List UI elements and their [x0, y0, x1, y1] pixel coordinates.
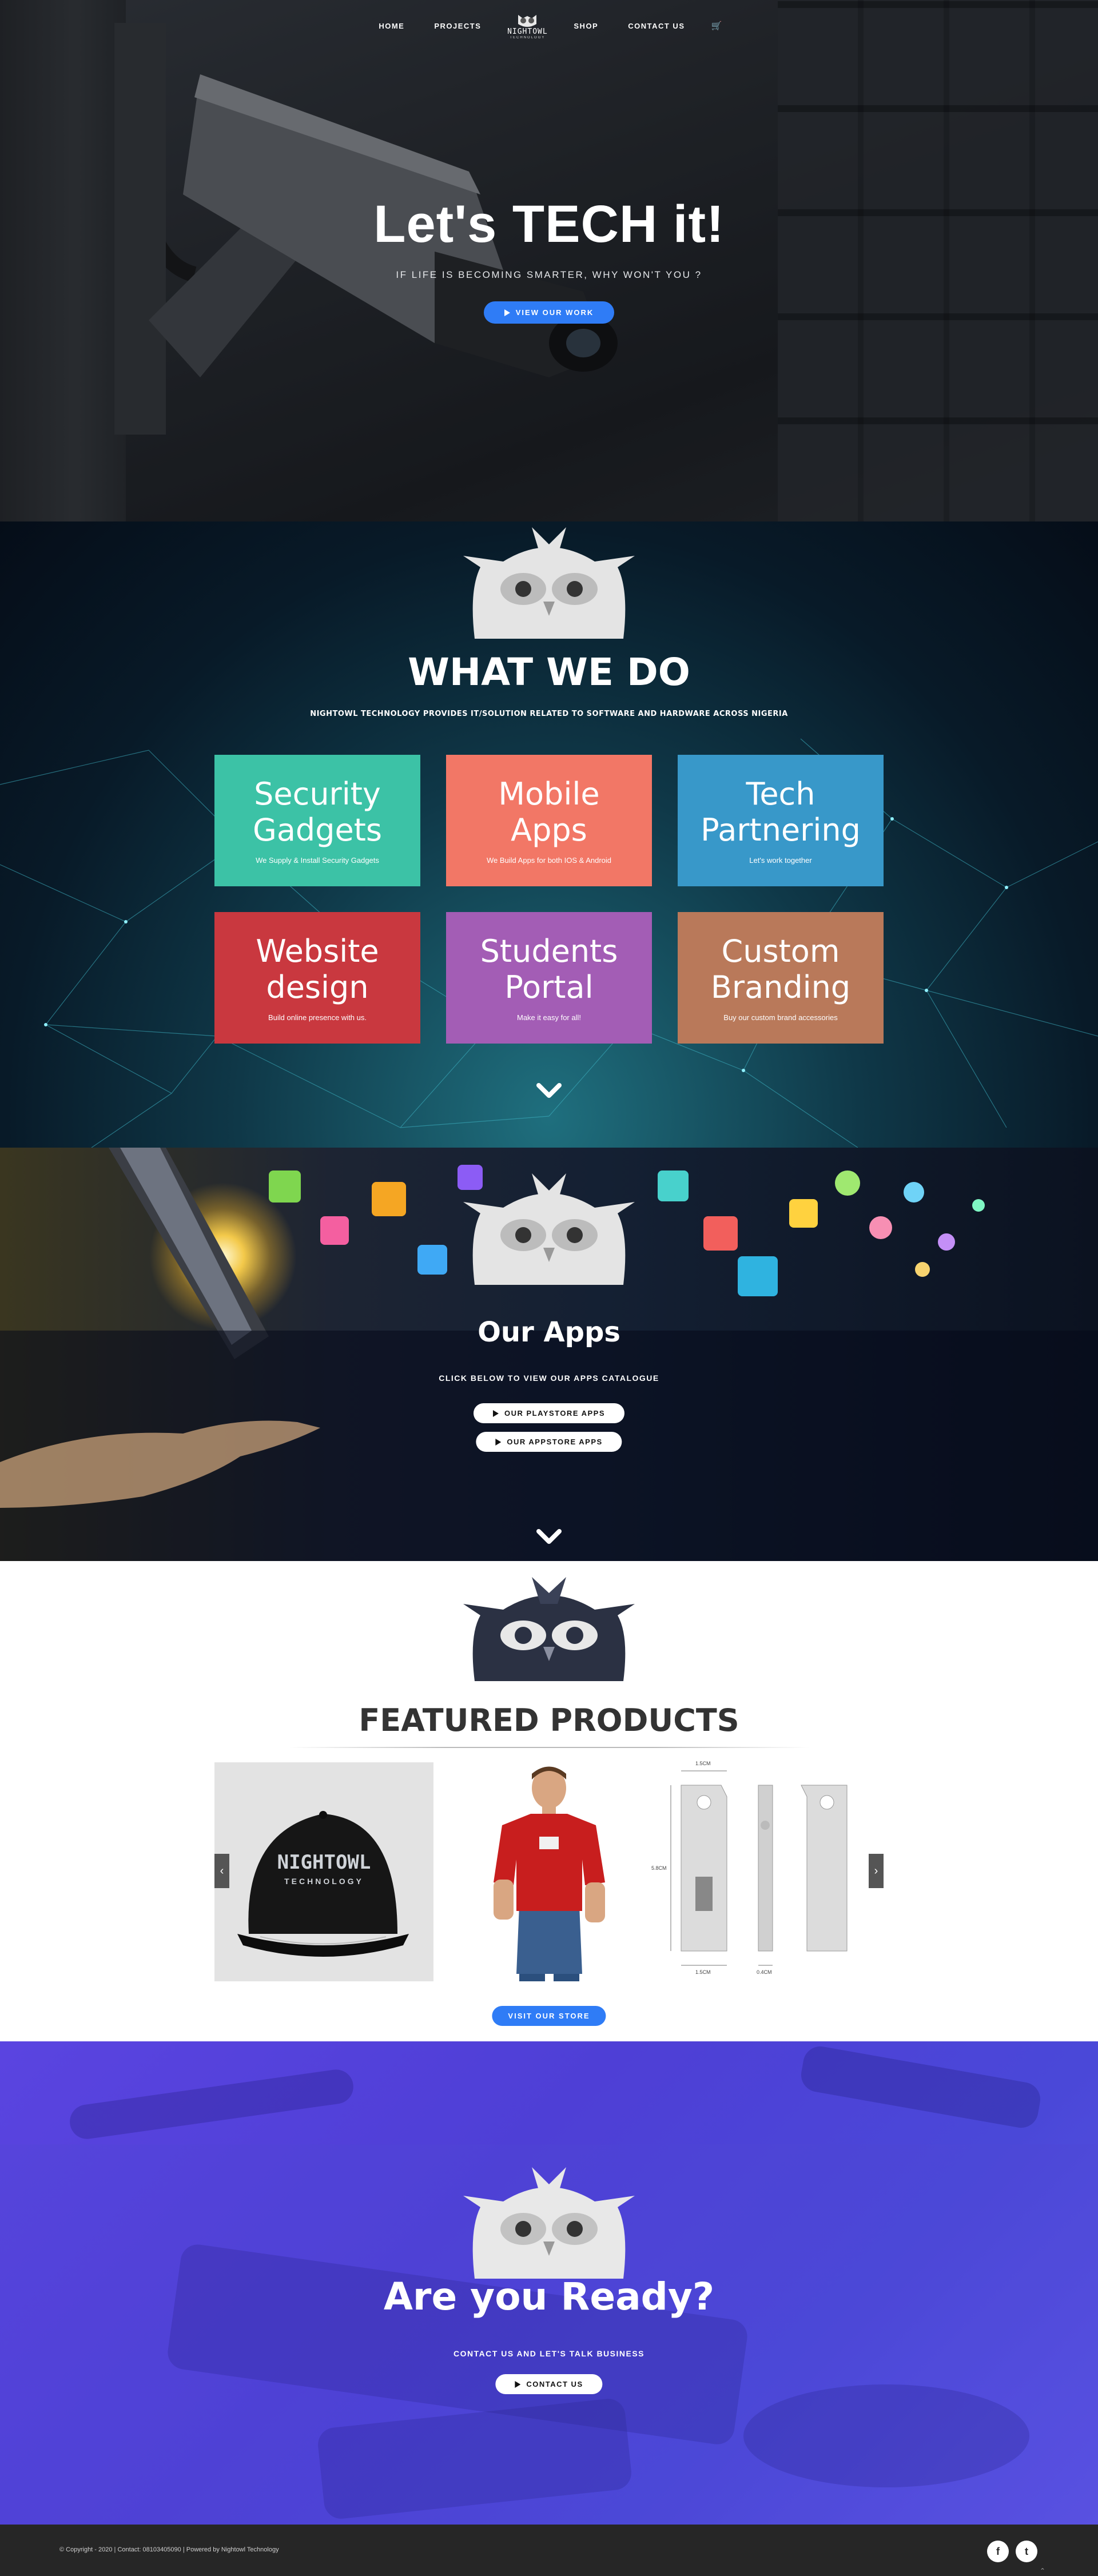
owl-mascot-icon: [463, 1173, 635, 1285]
our-apps-subtitle: CLICK BELOW TO VIEW OUR APPS CATALOGUE: [439, 1373, 659, 1383]
nav-projects[interactable]: PROJECTS: [419, 22, 496, 30]
appstore-apps-button[interactable]: OUR APPSTORE APPS: [476, 1432, 622, 1452]
twitter-icon[interactable]: t: [1016, 2541, 1037, 2562]
product-cap[interactable]: NIGHTOWL TECHNOLOGY: [214, 1762, 433, 1981]
copyright-text: © Copyright - 2020 | Contact: 0810340509…: [59, 2546, 279, 2553]
nav-shop[interactable]: SHOP: [559, 22, 613, 30]
view-our-work-button[interactable]: VIEW OUR WORK: [483, 301, 615, 324]
service-card-tech-partnering[interactable]: Tech Partnering Let's work together: [678, 755, 884, 886]
open-hand-image: [0, 1420, 320, 1508]
carousel-prev-button[interactable]: ‹: [214, 1854, 229, 1888]
service-card-website-design[interactable]: Website design Build online presence wit…: [214, 912, 420, 1044]
scroll-to-top-icon[interactable]: ⌃: [1040, 2567, 1045, 2575]
tshirt-image: [494, 1766, 605, 1981]
main-nav: HOME PROJECTS NIGHTOWL TECHNOLOGY SHOP C…: [0, 0, 1098, 51]
logo-sub: TECHNOLOGY: [510, 35, 546, 39]
playstore-apps-button[interactable]: OUR PLAYSTORE APPS: [473, 1403, 625, 1423]
service-card-custom-branding[interactable]: Custom Branding Buy our custom brand acc…: [678, 912, 884, 1044]
usb-drive-image: [670, 1770, 848, 1966]
nav-contact-us[interactable]: CONTACT US: [613, 22, 699, 30]
service-card-students-portal[interactable]: Students Portal Make it easy for all!: [446, 912, 652, 1044]
contact-us-button[interactable]: CONTACT US: [495, 2374, 603, 2394]
facebook-icon[interactable]: f: [987, 2541, 1009, 2562]
are-you-ready-section: Are you Ready? CONTACT US AND LET'S TALK…: [0, 2041, 1098, 2525]
dark-owl-mascot-icon: [463, 1577, 635, 1681]
product-usb-drive[interactable]: 1.5CM 5.8CM 1.5CM 0.4CM: [651, 1761, 883, 1981]
service-card-mobile-apps[interactable]: Mobile Apps We Build Apps for both IOS &…: [446, 755, 652, 886]
owl-mascot-icon: [463, 2167, 635, 2279]
are-you-ready-subtitle: CONTACT US AND LET'S TALK BUSINESS: [453, 2349, 645, 2358]
cap-text: NIGHTOWL: [277, 1851, 371, 1874]
play-icon: [504, 309, 510, 316]
our-apps-section: Our Apps CLICK BELOW TO VIEW OUR APPS CA…: [0, 1148, 1098, 1561]
footer: © Copyright - 2020 | Contact: 0810340509…: [0, 2525, 1098, 2576]
carousel-next-button[interactable]: ›: [869, 1854, 884, 1888]
featured-products-title: FEATURED PRODUCTS: [359, 1702, 739, 1738]
what-we-do-section: WHAT WE DO NIGHTOWL TECHNOLOGY PROVIDES …: [0, 521, 1098, 1148]
site-logo[interactable]: NIGHTOWL TECHNOLOGY: [502, 0, 553, 51]
hero-title: Let's TECH it!: [373, 195, 725, 253]
owl-logo-icon: [518, 14, 537, 27]
play-icon: [515, 2380, 521, 2388]
hero-section: HOME PROJECTS NIGHTOWL TECHNOLOGY SHOP C…: [0, 0, 1098, 521]
play-icon: [492, 1410, 499, 1417]
what-we-do-subtitle: NIGHTOWL TECHNOLOGY PROVIDES IT/SOLUTION…: [310, 710, 788, 718]
divider: [289, 1747, 809, 1748]
cart-icon[interactable]: 🛒: [700, 21, 734, 31]
hero-subtitle: IF LIFE IS BECOMING SMARTER, WHY WON'T Y…: [396, 269, 702, 280]
featured-products-section: FEATURED PRODUCTS NIGHTOWL TECHNOLOGY 1.…: [0, 1561, 1098, 2041]
nav-home[interactable]: HOME: [364, 22, 419, 30]
service-card-security-gadgets[interactable]: Security Gadgets We Supply & Install Sec…: [214, 755, 420, 886]
our-apps-title: Our Apps: [478, 1316, 620, 1348]
product-tshirt[interactable]: [439, 1762, 658, 1981]
what-we-do-title: WHAT WE DO: [408, 650, 690, 694]
product-carousel: NIGHTOWL TECHNOLOGY 1.5CM 5.8CM 1.5CM 0.…: [214, 1761, 884, 1981]
owl-mascot-icon: [463, 527, 635, 639]
chevron-down-icon[interactable]: [536, 1528, 562, 1545]
logo-name: NIGHTOWL: [507, 27, 548, 36]
play-icon: [495, 1438, 502, 1446]
visit-our-store-button[interactable]: VISIT OUR STORE: [492, 2006, 606, 2026]
services-grid: Security Gadgets We Supply & Install Sec…: [214, 755, 884, 1044]
are-you-ready-title: Are you Ready?: [383, 2275, 715, 2319]
chevron-down-icon[interactable]: [536, 1082, 562, 1099]
